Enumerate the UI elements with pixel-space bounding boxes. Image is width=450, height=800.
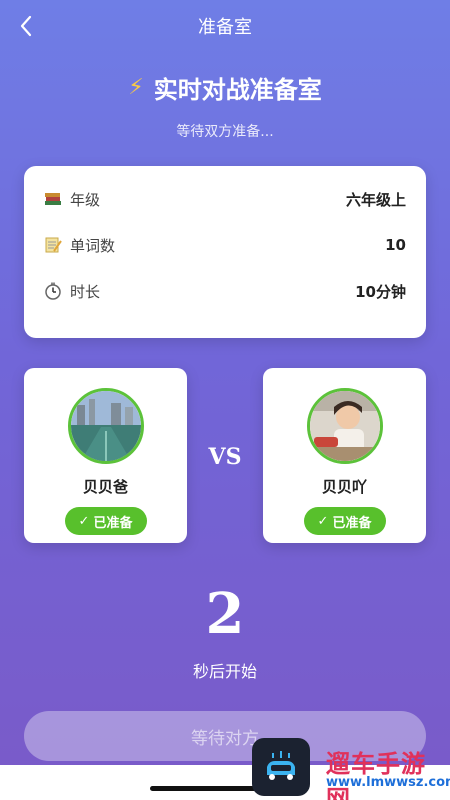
avatar [306,388,383,464]
ready-status: 已准备 [332,515,372,531]
info-value: 10 [385,236,406,254]
back-button[interactable] [12,12,40,40]
player-card-left: 贝贝爸 ✓ 已准备 [24,368,187,543]
watermark-url: www.lmwwsz.com [326,775,450,790]
info-row-word-count: 单词数 10 [44,222,406,268]
checkmark-icon: ✓ [78,513,90,529]
books-icon [44,190,62,208]
watermark-logo-icon [252,738,310,796]
countdown-number: 2 [205,581,245,647]
memo-icon [44,236,62,254]
lightning-icon: ⚡ [128,75,144,100]
player-name: 贝贝爸 [82,478,128,496]
watermark-text: 遛车手游网 [326,750,426,800]
page-title: 准备室 [198,17,252,38]
hero-title-row: ⚡ 实时对战准备室 [0,70,450,105]
info-label: 年级 [70,190,101,209]
info-row-grade: 年级 六年级上 [44,176,406,222]
ready-badge: ✓ 已准备 [64,507,147,535]
hero-subtitle: 等待双方准备... [176,124,274,140]
info-label: 时长 [70,282,101,301]
player-name: 贝贝吖 [321,478,367,496]
info-value: 10分钟 [355,282,406,301]
hero-title: 实时对战准备室 [153,76,322,104]
player-card-right: 贝贝吖 ✓ 已准备 [263,368,426,543]
info-label: 单词数 [70,236,116,255]
avatar [67,388,144,464]
ready-status: 已准备 [93,515,133,531]
chevron-left-icon [20,15,32,37]
hero-section: ⚡ 实时对战准备室 等待双方准备... [0,70,450,141]
info-row-duration: 时长 10分钟 [44,268,406,314]
nav-bar: 准备室 [0,0,450,52]
stopwatch-icon [44,282,62,300]
info-value: 六年级上 [345,190,406,209]
checkmark-icon: ✓ [317,513,329,529]
vs-label: VS [208,444,242,470]
battle-info-card: 年级 六年级上 单词数 10 时长 10分钟 [24,166,426,338]
ready-badge: ✓ 已准备 [303,507,386,535]
countdown-label: 秒后开始 [192,662,257,681]
